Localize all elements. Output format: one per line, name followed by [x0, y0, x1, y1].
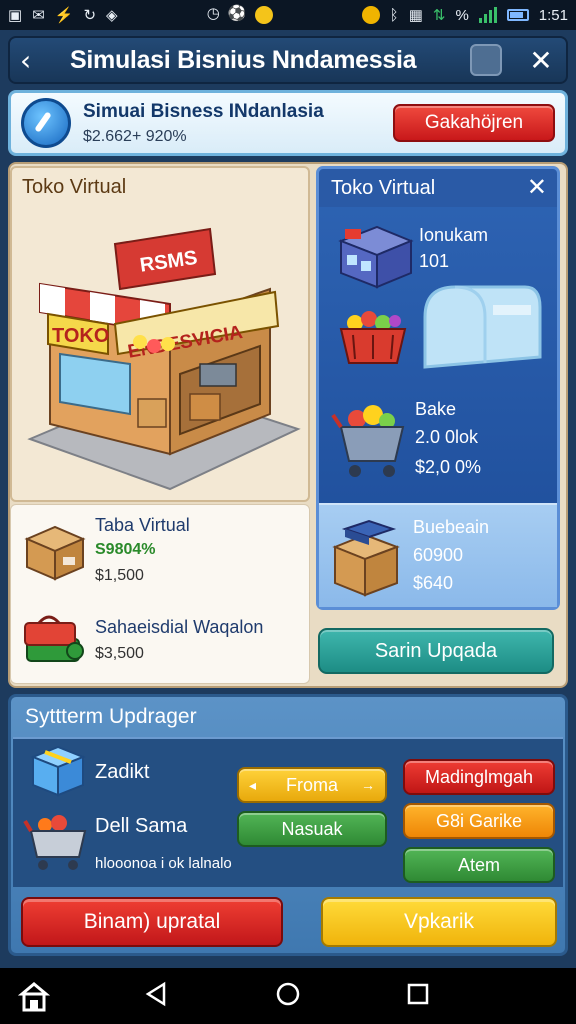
store-item-title: Ionukam: [419, 225, 489, 245]
battery-percent-symbol: %: [455, 6, 469, 24]
store-item-stat: 2.0 0lok: [415, 427, 479, 447]
box-stack-icon: [332, 519, 400, 597]
back-arrow-icon[interactable]: ‹: [20, 44, 56, 77]
store-panel-title: Toko Virtual: [331, 177, 436, 199]
status-time: 1:51: [538, 6, 568, 24]
blue-box-icon: [30, 745, 86, 797]
cart-icon: [23, 815, 87, 870]
navigation-bar: [0, 968, 576, 1024]
menu-square-button[interactable]: [470, 44, 502, 76]
mailbox-icon[interactable]: [415, 277, 545, 377]
store-item-highlight[interactable]: Buebeain 60900 $640: [319, 503, 557, 607]
app-logo-icon: [21, 98, 71, 148]
store-item-price: $2,0 0%: [415, 457, 482, 477]
list-item[interactable]: Sahaeisdial Waqalon $3,500: [11, 595, 311, 683]
froma-button-label: Froma: [285, 774, 338, 795]
mail-icon: ✉: [32, 6, 45, 24]
list-item[interactable]: Taba Virtual S9804% $1,500: [11, 505, 311, 593]
store-item-price: $640: [413, 573, 454, 593]
store-item-title: Buebeain: [413, 517, 490, 537]
shop-panel-title: Toko Virtual: [22, 176, 127, 198]
upgrade-row1-label: Zadikt: [95, 761, 150, 783]
product-price: $1,500: [95, 567, 144, 584]
square-recents-icon[interactable]: [404, 980, 432, 1008]
banner-action-button[interactable]: Gakahöjren: [393, 104, 555, 142]
froma-button[interactable]: ◂ Froma →: [237, 767, 387, 803]
product-growth: S9804%: [95, 541, 156, 558]
update-button[interactable]: Sarin Upqada: [318, 628, 554, 674]
banner-subtitle: $2.662+ 920%: [83, 127, 187, 145]
circle-home-icon[interactable]: [274, 980, 302, 1008]
shop-panel: Toko Virtual RSMS TOKO ENDESVICIA: [10, 166, 310, 502]
close-cross-icon[interactable]: ✕: [526, 44, 556, 77]
title-bar: ‹ Simulasi Bisnius Nndamessia ✕: [8, 36, 568, 84]
store-item-title: Bake: [415, 399, 457, 419]
usb-icon: ⚡: [54, 6, 74, 24]
shopping-cart-icon[interactable]: [331, 397, 411, 481]
emoji-icon: [254, 6, 273, 24]
upgrade-inner: Zadikt Dell Sama hlooonoa i ok lalnalo ◂…: [13, 737, 563, 887]
signal-icon: [478, 7, 497, 23]
shop-sign-left: TOKO: [52, 325, 109, 347]
product-title: Taba Virtual: [95, 515, 190, 535]
shop-building-illustration[interactable]: RSMS TOKO ENDESVICIA: [20, 214, 304, 494]
upgrade-row2-label: Dell Sama: [95, 815, 188, 837]
notification-icon: ▣: [8, 6, 23, 24]
sync-icon: ↻: [83, 6, 97, 24]
bluetooth-icon: ᛒ: [389, 6, 399, 24]
upgrade-title: Syttterm Updrager: [25, 705, 197, 728]
garike-button[interactable]: G8i Garike: [403, 803, 555, 839]
vibrate-icon: ▦: [408, 6, 423, 24]
page-title: Simulasi Bisnius Nndamessia: [70, 45, 417, 74]
clock-icon: ◷: [206, 5, 220, 22]
close-x-icon[interactable]: ✕: [527, 173, 547, 201]
store-item-value: 101: [419, 251, 450, 271]
store-item-stat: 60900: [413, 545, 464, 565]
upgrade-panel: Syttterm Updrager Zadikt Dell Sama hlooo…: [8, 694, 568, 956]
cardboard-box-icon: [24, 525, 86, 581]
upgrade-secondary-button[interactable]: Vpkarik: [321, 897, 557, 947]
shield-icon: ◈: [106, 6, 118, 24]
product-title: Sahaeisdial Waqalon: [95, 617, 264, 637]
madinglmgah-button[interactable]: Madinglmgah: [403, 759, 555, 795]
store-panel: Toko Virtual ✕ Ionukam 101 Bake 2.0 0lok…: [316, 166, 560, 610]
info-banner: Simuai Bisness INdanlasia $2.662+ 920% G…: [8, 90, 568, 156]
product-price: $3,500: [95, 645, 144, 662]
upgrade-footnote: hlooonoa i ok lalnalo: [95, 855, 232, 872]
atem-button[interactable]: Atem: [403, 847, 555, 883]
home-icon[interactable]: [18, 980, 50, 1012]
battery-icon: [506, 9, 529, 21]
upgrade-primary-button[interactable]: Binam) upratal: [21, 897, 283, 947]
nasuak-button[interactable]: Nasuak: [237, 811, 387, 847]
banner-title: Simuai Bisness INdanlasia: [83, 100, 324, 122]
arrow-left-icon: ◂: [249, 776, 257, 793]
status-bar: ▣ ✉ ⚡ ↻ ◈ ◷ ⚽ ᛒ ▦ ⇅ % 1:51: [0, 0, 576, 30]
triangle-back-icon[interactable]: [142, 980, 170, 1008]
green-cart-icon: [24, 615, 84, 662]
arrow-right-icon: →: [361, 777, 375, 793]
basket-icon[interactable]: [337, 301, 409, 373]
coin-icon: [361, 6, 380, 24]
soccer-icon: ⚽: [227, 5, 247, 22]
data-icon: ⇅: [432, 6, 446, 24]
building-icon[interactable]: [337, 219, 415, 291]
product-list: Taba Virtual S9804% $1,500 Sahaeisdial W…: [10, 504, 310, 684]
